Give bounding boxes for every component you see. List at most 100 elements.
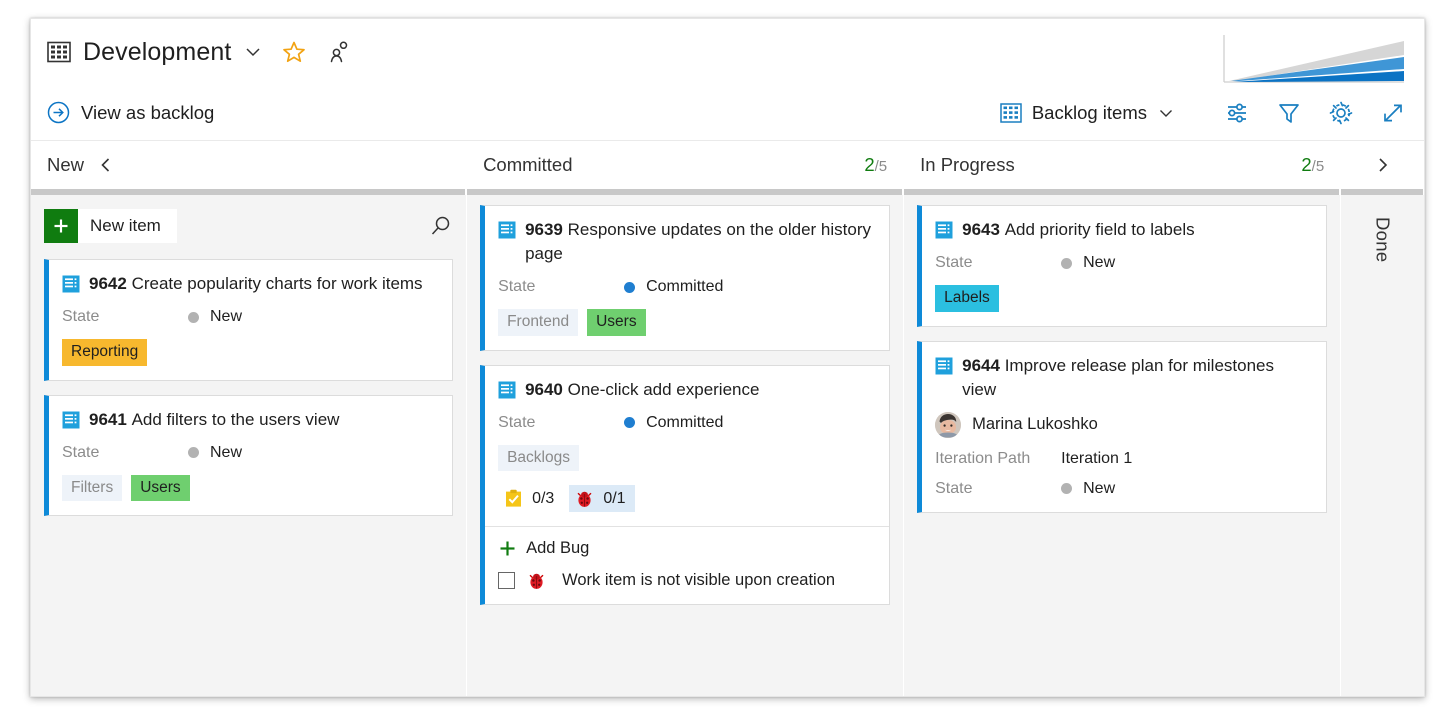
card-field-row: State New bbox=[62, 444, 438, 462]
card-name-text: Add priority field to labels bbox=[1005, 220, 1195, 239]
column-body-in-progress: 9643 Add priority field to labels State … bbox=[904, 195, 1340, 697]
assignee-name: Marina Lukoshko bbox=[972, 415, 1098, 434]
bug-ladybug-icon bbox=[527, 571, 546, 590]
card-title: 9643 Add priority field to labels bbox=[962, 218, 1195, 242]
work-item-list-icon bbox=[498, 221, 516, 239]
work-item-card[interactable]: 9644 Improve release plan for milestones… bbox=[917, 341, 1327, 513]
chevron-right-icon[interactable] bbox=[1374, 156, 1392, 174]
star-icon[interactable] bbox=[282, 40, 306, 64]
people-icon[interactable] bbox=[328, 41, 350, 63]
gear-icon[interactable] bbox=[1328, 100, 1354, 126]
card-title-row: 9640 One-click add experience bbox=[498, 378, 875, 402]
work-item-card[interactable]: 9640 One-click add experience State Comm… bbox=[480, 365, 890, 606]
field-value-text: Iteration 1 bbox=[1061, 450, 1132, 468]
view-as-backlog-label: View as backlog bbox=[81, 102, 214, 124]
backlog-items-selector[interactable]: Backlog items bbox=[1000, 102, 1174, 124]
sliders-icon[interactable] bbox=[1224, 100, 1250, 126]
column-title: New bbox=[47, 154, 84, 176]
avatar bbox=[935, 412, 961, 438]
card-title: 9644 Improve release plan for milestones… bbox=[962, 354, 1312, 402]
chevron-left-icon[interactable] bbox=[98, 156, 114, 174]
velocity-chart-graphic bbox=[1221, 33, 1406, 85]
card-tag-row: Frontend Users bbox=[498, 309, 875, 335]
column-wip-count: 2/5 bbox=[864, 154, 887, 176]
tag-chip[interactable]: Users bbox=[131, 475, 189, 501]
work-item-list-icon bbox=[935, 357, 953, 375]
new-item-row: New item bbox=[44, 209, 453, 243]
funnel-filter-icon[interactable] bbox=[1276, 100, 1302, 126]
column-body-new: New item bbox=[31, 195, 466, 697]
card-id: 9641 bbox=[89, 410, 127, 429]
bug-counter-text: 0/1 bbox=[603, 490, 625, 508]
tag-chip[interactable]: Labels bbox=[935, 285, 999, 311]
checkbox-unchecked-icon[interactable] bbox=[498, 572, 515, 589]
tag-chip[interactable]: Filters bbox=[62, 475, 122, 501]
column-title: Done bbox=[1372, 217, 1394, 697]
tag-chip[interactable]: Reporting bbox=[62, 339, 147, 365]
board-toolbar: View as backlog bbox=[31, 85, 1424, 141]
card-id: 9640 bbox=[525, 380, 563, 399]
card-name-text: Create popularity charts for work items bbox=[132, 274, 423, 293]
board-column-done: Done bbox=[1341, 141, 1424, 697]
card-field-row: State Committed bbox=[498, 278, 875, 296]
field-value-text: Committed bbox=[646, 278, 723, 296]
search-icon[interactable] bbox=[429, 214, 453, 238]
board-column-committed: Committed 2/5 bbox=[467, 141, 903, 697]
state-dot-icon bbox=[188, 312, 199, 323]
wip-current: 2 bbox=[1301, 154, 1311, 175]
card-title: 9639 Responsive updates on the older his… bbox=[525, 218, 875, 266]
add-bug-button[interactable]: Add Bug bbox=[498, 539, 875, 558]
card-counter-row: 0/3 bbox=[498, 485, 875, 512]
column-title: In Progress bbox=[920, 154, 1015, 176]
arrow-right-circle-icon bbox=[47, 101, 70, 124]
card-id: 9639 bbox=[525, 220, 563, 239]
new-item-label: New item bbox=[90, 216, 161, 236]
team-grid-icon bbox=[47, 41, 71, 63]
work-item-card[interactable]: 9641 Add filters to the users view State… bbox=[44, 395, 453, 517]
state-dot-icon bbox=[624, 282, 635, 293]
chevron-down-icon bbox=[1158, 105, 1174, 121]
card-title-row: 9644 Improve release plan for milestones… bbox=[935, 354, 1312, 402]
card-id: 9644 bbox=[962, 356, 1000, 375]
card-title-row: 9641 Add filters to the users view bbox=[62, 408, 438, 432]
column-title: Committed bbox=[483, 154, 572, 176]
tag-chip[interactable]: Users bbox=[587, 309, 645, 335]
task-counter[interactable]: 0/3 bbox=[498, 485, 563, 512]
work-item-list-icon bbox=[935, 221, 953, 239]
work-item-card[interactable]: 9639 Responsive updates on the older his… bbox=[480, 205, 890, 351]
new-item-button[interactable]: New item bbox=[44, 209, 177, 243]
card-name-text: Add filters to the users view bbox=[132, 410, 340, 429]
field-value-text: New bbox=[210, 444, 242, 462]
view-as-backlog-button[interactable]: View as backlog bbox=[47, 101, 214, 124]
field-value-text: Committed bbox=[646, 414, 723, 432]
bug-counter[interactable]: 0/1 bbox=[569, 485, 634, 512]
field-value: Committed bbox=[624, 414, 723, 432]
card-title: 9640 One-click add experience bbox=[525, 378, 759, 402]
chevron-down-icon[interactable] bbox=[244, 43, 262, 61]
card-title: 9641 Add filters to the users view bbox=[89, 408, 339, 432]
card-title-row: 9642 Create popularity charts for work i… bbox=[62, 272, 438, 296]
screenshot-root: Development bbox=[0, 0, 1447, 717]
state-dot-icon bbox=[188, 447, 199, 458]
field-label: State bbox=[62, 444, 188, 462]
card-tag-row: Labels bbox=[935, 285, 1312, 311]
child-work-item-row[interactable]: Work item is not visible upon creation bbox=[498, 571, 875, 590]
kanban-board: New bbox=[31, 141, 1424, 697]
state-dot-icon bbox=[1061, 483, 1072, 494]
add-bug-label: Add Bug bbox=[526, 539, 589, 558]
card-title: 9642 Create popularity charts for work i… bbox=[89, 272, 423, 296]
card-name-text: Responsive updates on the older history … bbox=[525, 220, 871, 263]
tag-chip[interactable]: Frontend bbox=[498, 309, 578, 335]
field-value: New bbox=[1061, 480, 1115, 498]
work-item-card[interactable]: 9643 Add priority field to labels State … bbox=[917, 205, 1327, 327]
field-label: State bbox=[62, 308, 188, 326]
card-id: 9642 bbox=[89, 274, 127, 293]
backlog-grid-icon bbox=[1000, 103, 1022, 123]
column-header-in-progress: In Progress 2/5 bbox=[904, 141, 1340, 189]
tag-chip[interactable]: Backlogs bbox=[498, 445, 579, 471]
card-field-row: State New bbox=[62, 308, 438, 326]
expand-diagonal-icon[interactable] bbox=[1380, 100, 1406, 126]
column-header-done bbox=[1341, 141, 1424, 189]
work-item-card[interactable]: 9642 Create popularity charts for work i… bbox=[44, 259, 453, 381]
title-bar: Development bbox=[31, 19, 1424, 85]
